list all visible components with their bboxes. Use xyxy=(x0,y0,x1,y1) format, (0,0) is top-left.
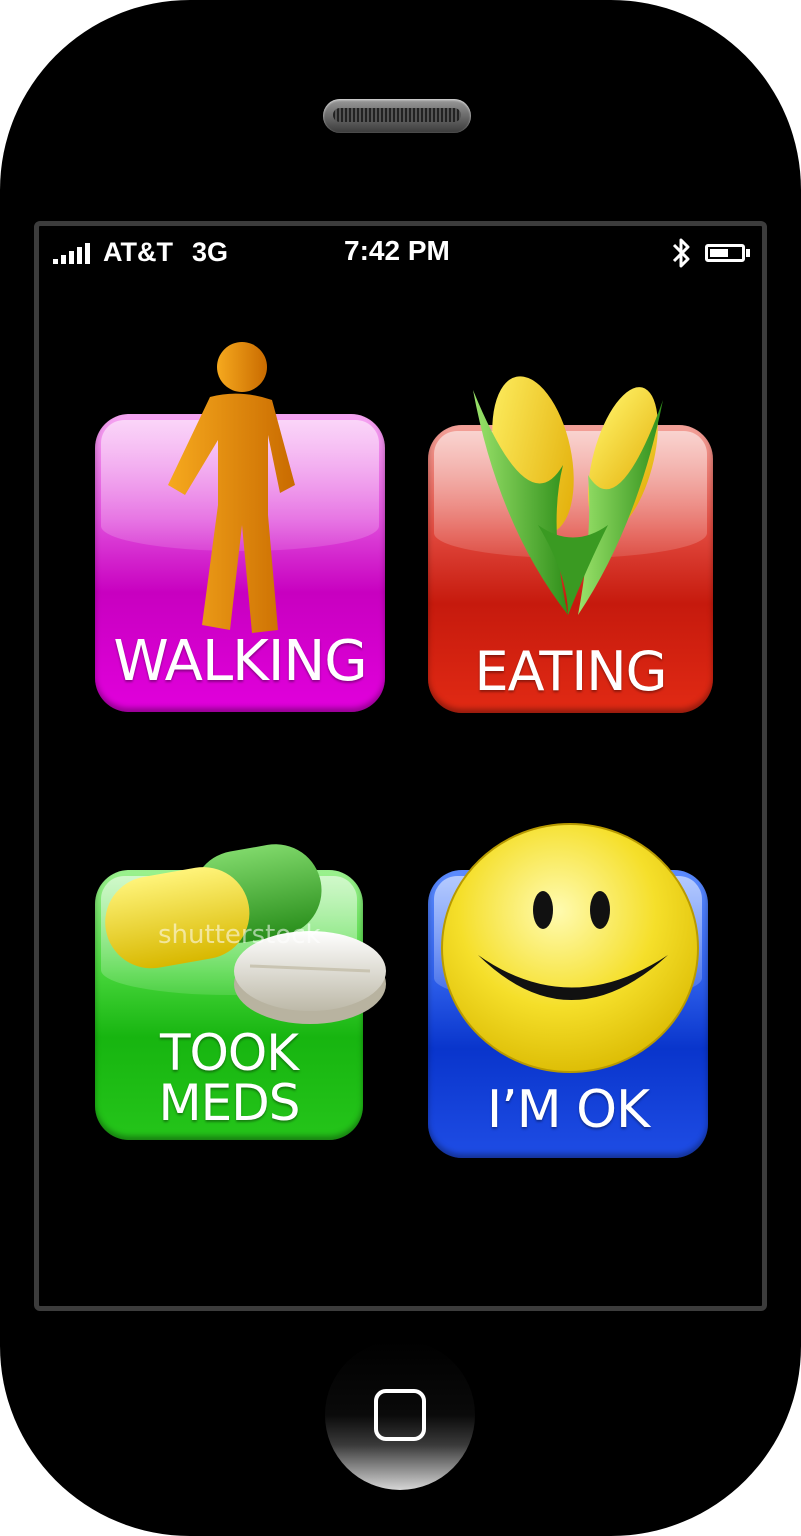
app-label-walking: WALKING xyxy=(113,629,367,694)
app-label-im-ok: I’M OK xyxy=(486,1080,650,1140)
bluetooth-icon xyxy=(672,238,690,268)
label-line-1: TOOK xyxy=(159,1024,299,1082)
earpiece-speaker xyxy=(323,99,471,133)
smiley-face-icon xyxy=(441,823,699,1073)
status-bar: AT&T 3G 7:42 PM xyxy=(39,226,762,278)
network-type: 3G xyxy=(192,237,229,267)
signal-bars-icon xyxy=(53,242,90,264)
home-square-icon xyxy=(374,1389,426,1441)
app-label-eating: EATING xyxy=(474,640,667,703)
watermark-text: shutterstock xyxy=(158,920,321,950)
home-button[interactable] xyxy=(325,1340,475,1490)
walking-person-icon xyxy=(168,342,295,633)
speaker-grill xyxy=(333,108,461,122)
phone-frame: AT&T 3G 7:42 PM WALKING EATING TOOK MEDS… xyxy=(0,0,801,1536)
label-line-2: MEDS xyxy=(158,1074,301,1132)
status-time: 7:42 PM xyxy=(344,235,450,266)
battery-icon xyxy=(705,244,745,262)
corn-icon xyxy=(473,376,663,615)
app-label-took-meds: TOOK MEDS xyxy=(95,1028,363,1128)
carrier-name: AT&T xyxy=(103,237,173,267)
battery-tip xyxy=(746,249,750,257)
